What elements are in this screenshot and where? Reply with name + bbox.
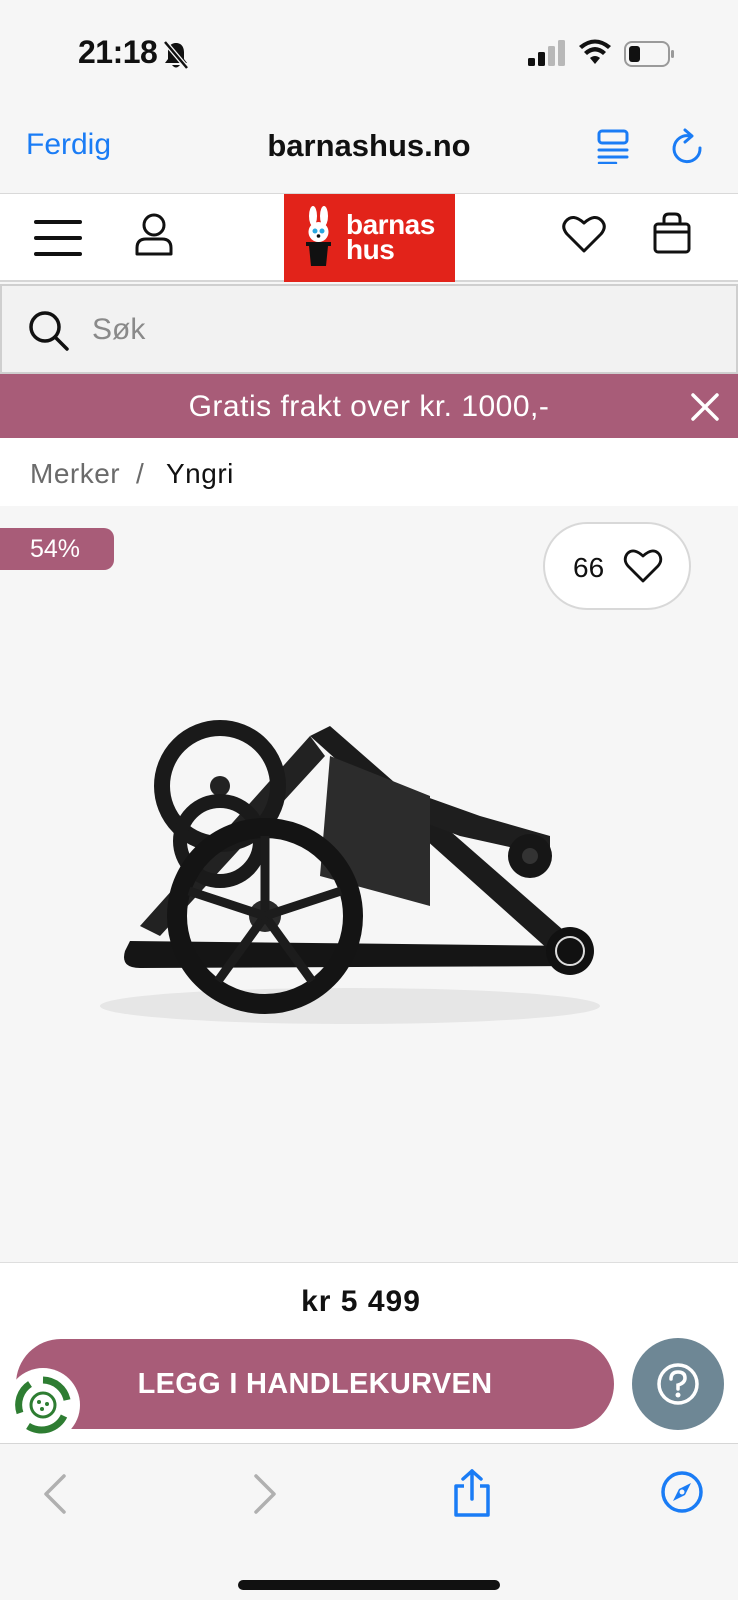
safari-address-bar: Ferdig barnashus.no xyxy=(0,110,738,194)
safari-toolbar xyxy=(0,1443,738,1600)
recycle-icon xyxy=(15,1376,71,1434)
breadcrumb-current: Yngri xyxy=(166,458,234,489)
barnashus-logo[interactable]: barnas hus xyxy=(284,194,455,282)
product-price: kr 5 499 xyxy=(301,1285,421,1318)
recycle-badge-icon[interactable] xyxy=(6,1368,80,1442)
search-icon xyxy=(29,311,69,351)
promo-text: Gratis frakt over kr. 1000,- xyxy=(188,390,550,423)
forward-icon[interactable] xyxy=(252,1472,278,1516)
add-to-cart-button[interactable]: LEGG I HANDLEKURVEN xyxy=(16,1339,614,1429)
wifi-icon xyxy=(579,39,611,64)
hamburger-menu-icon[interactable] xyxy=(34,218,82,258)
logo-line2: hus xyxy=(346,234,395,265)
breadcrumb-separator: / xyxy=(136,458,144,489)
help-chat-button[interactable] xyxy=(632,1338,724,1430)
close-icon[interactable] xyxy=(690,392,720,422)
home-indicator xyxy=(238,1580,500,1590)
shopping-bag-icon[interactable] xyxy=(652,212,692,254)
favorite-button[interactable]: 66 xyxy=(543,522,691,610)
breadcrumb: Merker / Yngri xyxy=(0,438,738,506)
reload-icon[interactable] xyxy=(670,126,706,166)
site-header: barnas hus xyxy=(0,194,738,282)
share-icon[interactable] xyxy=(452,1468,492,1518)
bunny-in-hat-icon xyxy=(306,206,331,266)
wishlist-heart-icon[interactable] xyxy=(562,214,606,254)
breadcrumb-link-merker[interactable]: Merker xyxy=(30,458,120,490)
discount-badge: 54% xyxy=(0,528,114,570)
compass-icon[interactable] xyxy=(660,1470,704,1514)
user-account-icon[interactable] xyxy=(134,212,174,256)
product-gallery[interactable]: 54% 66 xyxy=(0,506,738,1244)
search-bar xyxy=(0,284,738,374)
battery-icon xyxy=(624,41,674,67)
bell-slash-icon xyxy=(163,40,189,70)
signal-icon xyxy=(528,40,565,66)
question-icon xyxy=(657,1363,699,1405)
status-time: 21:18 xyxy=(78,34,158,70)
reader-mode-icon[interactable] xyxy=(596,128,632,164)
promo-banner: Gratis frakt over kr. 1000,- xyxy=(0,374,738,438)
back-icon[interactable] xyxy=(42,1472,68,1516)
done-button[interactable]: Ferdig xyxy=(26,128,111,162)
logo-wordmark: barnas hus xyxy=(346,211,435,265)
status-bar: 21:18 xyxy=(0,0,738,110)
search-input[interactable] xyxy=(92,306,692,354)
purchase-panel: kr 5 499 LEGG I HANDLEKURVEN xyxy=(0,1263,738,1443)
favorite-count: 66 xyxy=(573,552,605,583)
folded-stroller-image xyxy=(100,720,600,1024)
heart-icon xyxy=(623,549,663,583)
